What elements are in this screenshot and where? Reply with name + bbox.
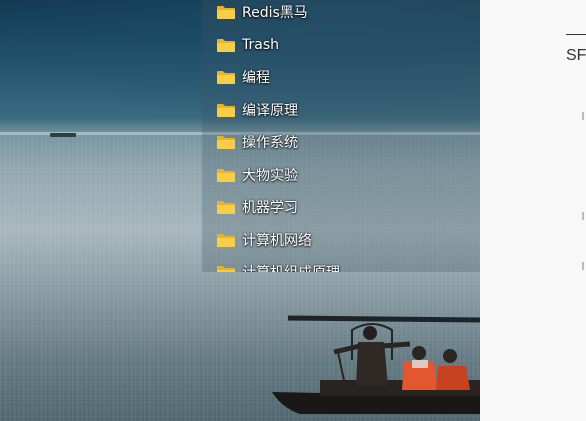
- folder-icon: [217, 6, 235, 20]
- folder-icon: [217, 168, 235, 182]
- folder-item-computer-networks[interactable]: 计算机网络: [202, 224, 480, 257]
- folder-item-machine-learning[interactable]: 机器学习: [202, 191, 480, 224]
- folder-icon: [217, 71, 235, 85]
- folder-label: 操作系统: [242, 135, 298, 152]
- folder-label: Redis黑马: [242, 5, 308, 22]
- folder-label: 大物实验: [242, 167, 298, 184]
- scroll-tick: [582, 112, 584, 120]
- folder-label: 编译原理: [242, 102, 298, 119]
- document-pane: SF: [480, 0, 586, 421]
- scroll-tick: [582, 212, 584, 220]
- folder-item-physics-lab[interactable]: 大物实验: [202, 159, 480, 192]
- scroll-tick: [582, 262, 584, 270]
- document-heading: SF: [566, 47, 586, 64]
- folder-item-redis[interactable]: Redis黑马: [202, 0, 480, 29]
- folder-item-operating-systems[interactable]: 操作系统: [202, 126, 480, 159]
- screen: Redis黑马 Trash 编程 编译原理 操作系统 大物实验 机器学习 计算机…: [0, 0, 586, 421]
- folder-item-trash[interactable]: Trash: [202, 29, 480, 62]
- folder-list: Redis黑马 Trash 编程 编译原理 操作系统 大物实验 机器学习 计算机…: [202, 0, 480, 272]
- folder-icon: [217, 201, 235, 215]
- folder-icon: [217, 103, 235, 117]
- folder-label: Trash: [242, 36, 279, 53]
- folder-icon: [217, 233, 235, 247]
- folder-label: 机器学习: [242, 200, 298, 217]
- folder-icon: [217, 136, 235, 150]
- folder-item-computer-organization[interactable]: 计算机组成原理: [202, 256, 480, 272]
- wallpaper-distant-boat: [50, 133, 76, 137]
- heading-rule: [566, 34, 586, 35]
- folder-icon: [217, 266, 235, 272]
- folder-item-compilers[interactable]: 编译原理: [202, 94, 480, 127]
- folder-label: 编程: [242, 70, 270, 87]
- folder-label: 计算机网络: [242, 232, 312, 249]
- folder-label: 计算机组成原理: [242, 262, 340, 272]
- file-explorer-pane: Redis黑马 Trash 编程 编译原理 操作系统 大物实验 机器学习 计算机…: [202, 0, 480, 272]
- folder-icon: [217, 38, 235, 52]
- folder-item-programming[interactable]: 编程: [202, 61, 480, 94]
